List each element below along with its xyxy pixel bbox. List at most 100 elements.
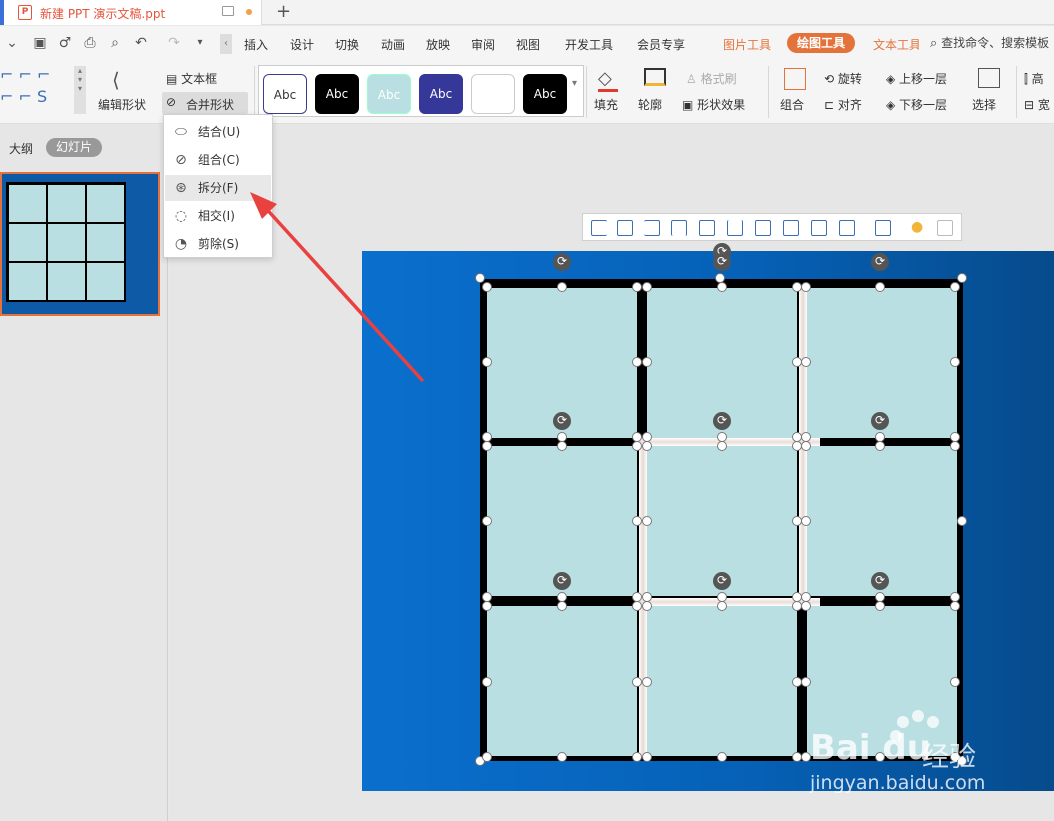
style-light-blue[interactable]: Abc <box>367 74 411 114</box>
lightbulb-icon[interactable]: ● <box>911 219 923 235</box>
resize-handle[interactable] <box>717 441 727 451</box>
resize-handle[interactable] <box>957 516 967 526</box>
rotate-handle-icon[interactable]: ⟳ <box>713 412 731 430</box>
resize-handle[interactable] <box>950 677 960 687</box>
resize-handle[interactable] <box>875 441 885 451</box>
style-black-2[interactable]: Abc <box>523 74 567 114</box>
menu-picture-tools[interactable]: 图片工具 <box>723 36 771 53</box>
rotate-handle-icon[interactable]: ⟳ <box>871 253 889 271</box>
resize-handle[interactable] <box>632 516 642 526</box>
grid-cell[interactable] <box>487 606 637 756</box>
menu-slideshow[interactable]: 放映 <box>426 36 450 53</box>
resize-handle[interactable] <box>801 282 811 292</box>
resize-handle[interactable] <box>801 441 811 451</box>
align-right-icon[interactable] <box>644 220 660 236</box>
resize-handle[interactable] <box>717 282 727 292</box>
send-backward-button[interactable]: ◈ 下移一层 <box>886 96 947 113</box>
monitor-icon[interactable] <box>222 6 234 16</box>
style-outline[interactable]: Abc <box>263 74 307 114</box>
align-top-icon[interactable] <box>671 220 687 236</box>
rotate-handle-icon[interactable]: ⟳ <box>553 253 571 271</box>
distribute-horizontal-icon[interactable] <box>783 220 799 236</box>
print-preview-icon[interactable]: ⌕ <box>107 35 123 51</box>
tab-outline[interactable]: 大纲 <box>9 140 33 157</box>
resize-handle[interactable] <box>875 601 885 611</box>
more-icon[interactable] <box>937 220 953 236</box>
undo-icon[interactable]: ↶ <box>133 35 149 51</box>
resize-handle[interactable] <box>950 357 960 367</box>
menu-item-union[interactable]: ⬭ 结合(U) <box>165 119 271 145</box>
resize-handle[interactable] <box>801 677 811 687</box>
resize-handle[interactable] <box>950 441 960 451</box>
resize-handle[interactable] <box>557 282 567 292</box>
resize-handle[interactable] <box>482 601 492 611</box>
resize-handle[interactable] <box>557 752 567 762</box>
collapse-arrow-icon[interactable]: ‹ <box>220 34 232 54</box>
menu-developer[interactable]: 开发工具 <box>565 36 613 53</box>
rotate-handle-icon[interactable]: ⟳ <box>553 572 571 590</box>
menu-drawing-tools[interactable]: 绘图工具 <box>787 33 856 53</box>
resize-handle[interactable] <box>482 752 492 762</box>
height-field[interactable]: ⫿ 高 <box>1024 70 1044 87</box>
style-white[interactable] <box>471 74 515 114</box>
gallery-scroll[interactable]: ▴ ▾ ▾ <box>74 66 86 114</box>
chevron-down-icon[interactable]: ⌄ <box>4 35 20 51</box>
menu-item-fragment[interactable]: ⊛ 拆分(F) <box>165 175 271 201</box>
resize-handle[interactable] <box>482 282 492 292</box>
outline-button[interactable]: 轮廓 <box>638 96 662 113</box>
edit-shape-button[interactable]: 编辑形状 <box>98 96 146 113</box>
resize-handle[interactable] <box>950 601 960 611</box>
resize-handle[interactable] <box>642 677 652 687</box>
print-icon[interactable]: ⎙ <box>82 35 98 51</box>
resize-handle[interactable] <box>557 441 567 451</box>
redo-icon[interactable]: ↷ <box>166 35 182 51</box>
style-black[interactable]: Abc <box>315 74 359 114</box>
rotate-button[interactable]: ⟲ 旋转 <box>824 70 862 87</box>
resize-handle[interactable] <box>482 441 492 451</box>
align-bottom-icon[interactable] <box>727 220 743 236</box>
rotate-handle-icon[interactable]: ⟳ <box>713 253 731 271</box>
resize-handle[interactable] <box>632 282 642 292</box>
format-painter-button[interactable]: ♙ 格式刷 <box>686 70 737 87</box>
connector-shapes-gallery[interactable]: ⌐ ⌐ ⌐ ⌐ ⌐ S <box>0 64 74 114</box>
shape-effects-button[interactable]: ▣ 形状效果 <box>682 96 745 113</box>
document-tab[interactable]: P 新建 PPT 演示文稿.ppt <box>0 0 262 25</box>
command-search[interactable]: ⌕ 查找命令、搜索模板 <box>930 34 1054 54</box>
resize-handle[interactable] <box>801 601 811 611</box>
resize-handle[interactable] <box>632 601 642 611</box>
style-navy[interactable]: Abc <box>419 74 463 114</box>
menu-design[interactable]: 设计 <box>290 36 314 53</box>
resize-handle[interactable] <box>950 282 960 292</box>
menu-view[interactable]: 视图 <box>516 36 540 53</box>
resize-handle[interactable] <box>482 516 492 526</box>
align-middle-icon[interactable] <box>699 220 715 236</box>
resize-handle[interactable] <box>642 357 652 367</box>
resize-handle[interactable] <box>482 357 492 367</box>
resize-handle[interactable] <box>801 516 811 526</box>
rotate-handle-icon[interactable]: ⟳ <box>871 412 889 430</box>
menu-animations[interactable]: 动画 <box>381 36 405 53</box>
puzzle-grid[interactable] <box>480 279 963 761</box>
save-icon[interactable]: ▣ <box>32 35 48 51</box>
group-objects-icon[interactable] <box>875 220 891 236</box>
format-painter-icon[interactable]: ♂ <box>57 35 73 51</box>
rotate-handle-icon[interactable]: ⟳ <box>713 572 731 590</box>
rotate-handle-icon[interactable]: ⟳ <box>871 572 889 590</box>
bring-forward-button[interactable]: ◈ 上移一层 <box>886 70 947 87</box>
distribute-vertical-icon[interactable] <box>811 220 827 236</box>
menu-item-combine[interactable]: ⊘ 组合(C) <box>165 147 271 173</box>
menu-review[interactable]: 审阅 <box>471 36 495 53</box>
new-tab-button[interactable]: + <box>276 1 291 23</box>
gallery-more-icon[interactable]: ▾ <box>572 78 577 89</box>
resize-handle[interactable] <box>557 601 567 611</box>
menu-text-tools[interactable]: 文本工具 <box>873 36 919 53</box>
resize-handle[interactable] <box>475 273 485 283</box>
menu-member[interactable]: 会员专享 <box>637 36 685 53</box>
resize-handle[interactable] <box>717 601 727 611</box>
resize-handle[interactable] <box>642 441 652 451</box>
resize-handle[interactable] <box>642 601 652 611</box>
group-button[interactable]: 组合 <box>780 96 804 113</box>
resize-handle[interactable] <box>632 677 642 687</box>
resize-handle[interactable] <box>632 357 642 367</box>
resize-handle[interactable] <box>801 357 811 367</box>
